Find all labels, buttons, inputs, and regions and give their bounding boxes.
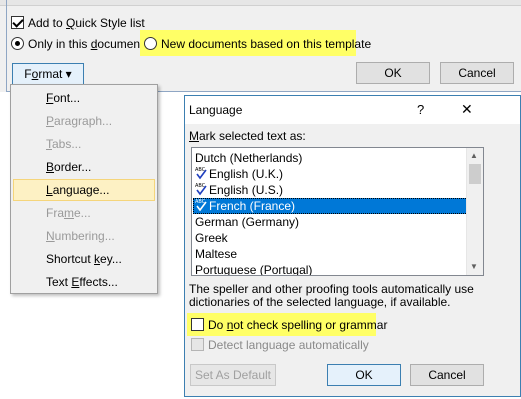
- menu-item-text-effects[interactable]: Text Effects...: [13, 271, 155, 293]
- format-menu: Font... Paragraph... Tabs... Border... L…: [10, 84, 158, 294]
- scroll-down-icon[interactable]: ▼: [470, 262, 478, 271]
- style-cancel-button[interactable]: Cancel: [440, 62, 514, 84]
- set-as-default-button: Set As Default: [190, 364, 276, 386]
- only-this-document-label: Only in this document: [28, 37, 144, 51]
- list-item[interactable]: German (Germany): [193, 214, 468, 230]
- language-cancel-button[interactable]: Cancel: [410, 364, 484, 386]
- description-line-2: dictionaries of the selected language, i…: [189, 295, 451, 309]
- list-item[interactable]: Dutch (Netherlands): [193, 150, 468, 166]
- language-titlebar: Language ? ✕: [185, 96, 520, 124]
- language-list-scrollbar[interactable]: ▲ ▼: [466, 148, 483, 275]
- menu-item-tabs: Tabs...: [46, 137, 82, 151]
- scroll-up-icon[interactable]: ▲: [470, 151, 478, 160]
- dropdown-arrow-icon: ▾: [65, 67, 72, 81]
- list-item[interactable]: Maltese: [193, 246, 468, 262]
- menu-item-font[interactable]: Font...: [13, 87, 155, 109]
- menu-item-language[interactable]: Language...: [13, 179, 155, 201]
- list-item[interactable]: ABC English (U.S.): [193, 182, 468, 198]
- language-dialog-title: Language: [189, 103, 243, 117]
- language-ok-button[interactable]: OK: [327, 364, 401, 386]
- add-quick-style-label: Add to Quick Style list: [28, 16, 145, 30]
- format-button[interactable]: Format ▾: [12, 63, 84, 85]
- menu-item-border[interactable]: Border...: [13, 156, 155, 178]
- description-line-1: The speller and other proofing tools aut…: [189, 282, 474, 296]
- detect-language-checkbox: [191, 338, 204, 351]
- list-item[interactable]: ABC English (U.K.): [193, 166, 468, 182]
- close-icon[interactable]: ✕: [461, 101, 473, 118]
- list-item[interactable]: Portuguese (Portugal): [193, 262, 468, 275]
- list-item-selected[interactable]: ABC French (France): [193, 198, 468, 214]
- spelling-check-icon: ABC: [195, 166, 208, 180]
- menu-item-frame: Frame...: [46, 206, 91, 220]
- add-quick-style-checkbox[interactable]: [11, 16, 24, 29]
- menu-item-numbering: Numbering...: [46, 229, 115, 243]
- spelling-check-icon: ABC: [195, 198, 208, 212]
- only-this-document-radio[interactable]: [11, 37, 24, 50]
- menu-item-shortcut-key[interactable]: Shortcut key...: [13, 248, 155, 270]
- spelling-check-icon: ABC: [195, 182, 208, 196]
- language-dialog: Language ? ✕ Mark selected text as: Dutc…: [184, 95, 521, 397]
- language-list[interactable]: Dutch (Netherlands) ABC English (U.K.) A…: [191, 147, 484, 276]
- list-item[interactable]: Greek: [193, 230, 468, 246]
- menu-item-paragraph: Paragraph...: [46, 114, 113, 128]
- style-ok-button[interactable]: OK: [356, 62, 430, 84]
- detect-language-label: Detect language automatically: [208, 338, 369, 352]
- help-icon[interactable]: ?: [417, 102, 424, 117]
- no-check-spelling-label: Do not check spelling or grammar: [208, 318, 388, 332]
- no-check-spelling-checkbox[interactable]: [191, 318, 204, 331]
- new-documents-label: New documents based on this template: [161, 37, 372, 51]
- modify-style-dialog: Add to Quick Style list Only in this doc…: [0, 0, 521, 92]
- new-documents-radio[interactable]: [144, 37, 157, 50]
- mark-selected-label: Mark selected text as:: [189, 129, 306, 143]
- scroll-thumb[interactable]: [469, 164, 481, 184]
